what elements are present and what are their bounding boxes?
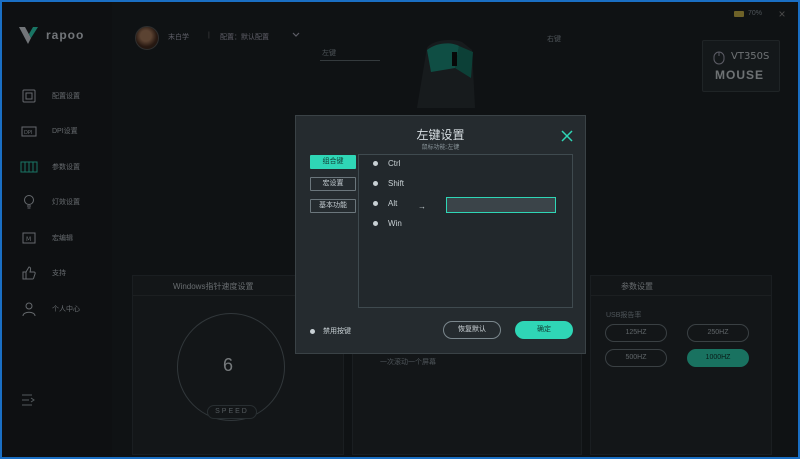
radio-dot (373, 181, 378, 186)
radio-dot (373, 161, 378, 166)
option-shift[interactable]: Shift (373, 179, 404, 188)
option-label: Shift (388, 179, 405, 188)
disable-key-option[interactable]: 禁用按键 (310, 326, 351, 336)
option-alt[interactable]: Alt (373, 199, 397, 208)
left-button-settings-dialog: 左键设置 鼠标功能:左键 组合键 宏设置 基本功能 Ctrl Shift Alt… (295, 115, 586, 354)
dialog-subtitle: 鼠标功能:左键 (421, 145, 460, 151)
close-icon[interactable] (561, 130, 573, 142)
option-label: Alt (388, 199, 398, 208)
combo-options-panel: Ctrl Shift Alt Win (358, 154, 573, 308)
option-label: Win (388, 219, 402, 228)
option-label: Ctrl (388, 159, 401, 168)
tab-macro[interactable]: 宏设置 (310, 177, 356, 191)
disable-key-label: 禁用按键 (323, 328, 351, 335)
dialog-title: 左键设置 (416, 128, 465, 142)
key-input-field[interactable] (446, 197, 556, 213)
arrow-icon: → (418, 202, 426, 211)
radio-dot (373, 221, 378, 226)
confirm-button[interactable]: 确定 (515, 321, 573, 339)
option-ctrl[interactable]: Ctrl (373, 159, 400, 168)
option-win[interactable]: Win (373, 219, 402, 228)
radio-dot (373, 201, 378, 206)
restore-default-button[interactable]: 恢复默认 (443, 321, 501, 339)
tab-basic-functions[interactable]: 基本功能 (310, 199, 356, 213)
app-window: rapoo 配置设置 DPI DPI设置 参数设置 灯效设置 M 宏编辑 支持 … (0, 0, 800, 459)
tab-combo-keys[interactable]: 组合键 (310, 155, 356, 169)
radio-dot (310, 328, 315, 334)
